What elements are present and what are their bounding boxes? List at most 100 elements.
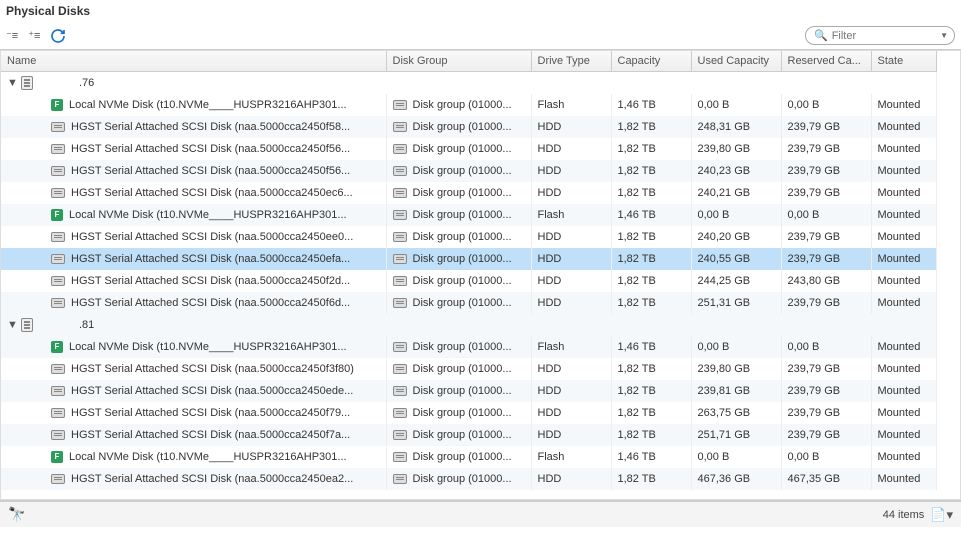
host-label: .76 [79, 77, 94, 89]
state: Mounted [871, 160, 936, 182]
disk-row[interactable]: HGST Serial Attached SCSI Disk (naa.5000… [1, 160, 936, 182]
disk-row[interactable]: FLocal NVMe Disk (t10.NVMe____HUSPR3216A… [1, 94, 936, 116]
disk-row[interactable]: FLocal NVMe Disk (t10.NVMe____HUSPR3216A… [1, 336, 936, 358]
capacity: 1,82 TB [611, 468, 691, 490]
disk-name: HGST Serial Attached SCSI Disk (naa.5000… [71, 275, 350, 287]
disk-name: Local NVMe Disk (t10.NVMe____HUSPR3216AH… [69, 99, 347, 111]
filter-input[interactable] [832, 30, 932, 42]
capacity: 1,82 TB [611, 380, 691, 402]
toolbar: ⁻≡ ⁺≡ 🔍 ▼ [0, 22, 961, 49]
flash-icon: F [51, 451, 63, 463]
drive-type: Flash [531, 446, 611, 468]
state: Mounted [871, 270, 936, 292]
capacity: 1,82 TB [611, 226, 691, 248]
drive-type: HDD [531, 380, 611, 402]
collapse-all-icon[interactable]: ⁻≡ [6, 29, 18, 42]
col-usedcapacity[interactable]: Used Capacity [691, 51, 781, 72]
disk-row[interactable]: HGST Serial Attached SCSI Disk (naa.5000… [1, 226, 936, 248]
drive-type: HDD [531, 226, 611, 248]
diskgroup-icon [393, 254, 407, 264]
state: Mounted [871, 116, 936, 138]
diskgroup-icon [393, 100, 407, 110]
diskgroup-label: Disk group (01000... [413, 341, 512, 353]
capacity: 1,82 TB [611, 402, 691, 424]
search-icon: 🔍 [814, 29, 828, 42]
drive-type: Flash [531, 94, 611, 116]
disk-name: HGST Serial Attached SCSI Disk (naa.5000… [71, 473, 353, 485]
diskgroup-icon [393, 386, 407, 396]
col-diskgroup[interactable]: Disk Group [386, 51, 531, 72]
used-capacity: 239,80 GB [691, 358, 781, 380]
reserved-capacity: 0,00 B [781, 204, 871, 226]
disk-row[interactable]: F Local NVMe Disk (t10.NVMe____HUSPR3216A… [1, 446, 936, 468]
diskgroup-icon [393, 122, 407, 132]
export-icon[interactable]: 📄▾ [930, 507, 953, 523]
capacity: 1,46 TB [611, 204, 691, 226]
host-group-row[interactable]: ▼ .76 [1, 72, 936, 95]
diskgroup-icon [393, 474, 407, 484]
header-row: Name Disk Group Drive Type Capacity Used… [1, 51, 936, 72]
col-reservedcapacity[interactable]: Reserved Ca... [781, 51, 871, 72]
refresh-icon[interactable] [50, 28, 66, 44]
reserved-capacity: 467,35 GB [781, 468, 871, 490]
reserved-capacity: 239,79 GB [781, 402, 871, 424]
disk-row[interactable]: FLocal NVMe Disk (t10.NVMe____HUSPR3216A… [1, 204, 936, 226]
diskgroup-label: Disk group (01000... [413, 253, 512, 265]
drive-type: HDD [531, 116, 611, 138]
expand-all-icon[interactable]: ⁺≡ [28, 29, 40, 42]
capacity: 1,46 TB [611, 94, 691, 116]
hdd-icon [51, 122, 65, 132]
disk-row[interactable]: HGST Serial Attached SCSI Disk (naa.5000… [1, 380, 936, 402]
filter-box[interactable]: 🔍 ▼ [805, 26, 955, 45]
hdd-icon [51, 188, 65, 198]
host-group-row[interactable]: ▼ .81 [1, 314, 936, 336]
col-capacity[interactable]: Capacity [611, 51, 691, 72]
reserved-capacity: 239,79 GB [781, 226, 871, 248]
hdd-icon [51, 364, 65, 374]
disk-name: HGST Serial Attached SCSI Disk (naa.5000… [71, 143, 350, 155]
disk-row[interactable]: HGST Serial Attached SCSI Disk (naa.5000… [1, 182, 936, 204]
diskgroup-label: Disk group (01000... [413, 363, 512, 375]
reserved-capacity: 239,79 GB [781, 182, 871, 204]
used-capacity: 240,55 GB [691, 248, 781, 270]
drive-type: HDD [531, 248, 611, 270]
col-state[interactable]: State [871, 51, 936, 72]
disk-row[interactable]: HGST Serial Attached SCSI Disk (naa.5000… [1, 358, 936, 380]
col-name[interactable]: Name [1, 51, 386, 72]
disk-row[interactable]: HGST Serial Attached SCSI Disk (naa.5000… [1, 270, 936, 292]
disk-row[interactable]: HGST Serial Attached SCSI Disk (naa.5000… [1, 248, 936, 270]
diskgroup-label: Disk group (01000... [413, 451, 512, 463]
state: Mounted [871, 204, 936, 226]
disk-row[interactable]: HGST Serial Attached SCSI Disk (naa.5000… [1, 402, 936, 424]
expand-caret-icon[interactable]: ▼ [7, 319, 17, 331]
expand-caret-icon[interactable]: ▼ [7, 77, 17, 89]
disk-name: HGST Serial Attached SCSI Disk (naa.5000… [71, 253, 350, 265]
grid-scroll[interactable]: Name Disk Group Drive Type Capacity Used… [0, 50, 961, 500]
hdd-icon [51, 386, 65, 396]
disk-name: HGST Serial Attached SCSI Disk (naa.5000… [71, 187, 353, 199]
reserved-capacity: 0,00 B [781, 336, 871, 358]
dropdown-arrow-icon[interactable]: ▼ [940, 31, 948, 40]
state: Mounted [871, 358, 936, 380]
flash-icon: F [51, 341, 63, 353]
capacity: 1,82 TB [611, 292, 691, 314]
disk-name: Local NVMe Disk (t10.NVMe____HUSPR3216AH… [69, 451, 347, 463]
col-drivetype[interactable]: Drive Type [531, 51, 611, 72]
disk-row[interactable]: HGST Serial Attached SCSI Disk (naa.5000… [1, 138, 936, 160]
disk-row[interactable]: HGST Serial Attached SCSI Disk (naa.5000… [1, 116, 936, 138]
capacity: 1,46 TB [611, 446, 691, 468]
disk-row[interactable]: HGST Serial Attached SCSI Disk (naa.5000… [1, 292, 936, 314]
used-capacity: 248,31 GB [691, 116, 781, 138]
hdd-icon [51, 232, 65, 242]
hdd-icon [51, 276, 65, 286]
host-label: .81 [79, 319, 94, 331]
drive-type: HDD [531, 292, 611, 314]
disk-row[interactable]: HGST Serial Attached SCSI Disk (naa.5000… [1, 424, 936, 446]
capacity: 1,82 TB [611, 270, 691, 292]
drive-type: HDD [531, 358, 611, 380]
state: Mounted [871, 336, 936, 358]
find-icon[interactable]: 🔭 [8, 506, 25, 523]
diskgroup-label: Disk group (01000... [413, 473, 512, 485]
disk-row[interactable]: HGST Serial Attached SCSI Disk (naa.5000… [1, 468, 936, 490]
used-capacity: 263,75 GB [691, 402, 781, 424]
